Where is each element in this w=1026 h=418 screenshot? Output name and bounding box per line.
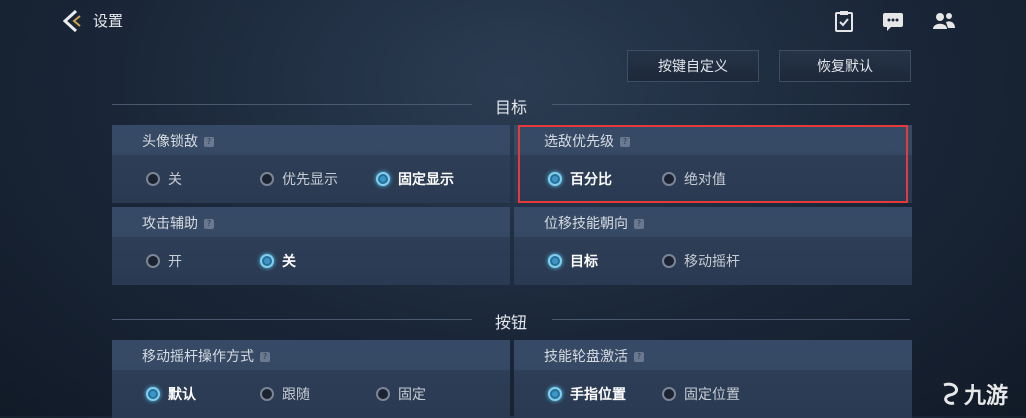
radio-label: 固定位置 (684, 387, 740, 403)
panel-title: 移动摇杆操作方式 (142, 349, 254, 365)
radio-indicator (662, 254, 676, 268)
radio-joystick-default[interactable]: 默认 (146, 384, 196, 404)
back-arrow-icon[interactable] (60, 8, 86, 34)
panel-skill-wheel: 技能轮盘激活? 手指位置 固定位置 (514, 340, 912, 418)
help-icon[interactable]: ? (634, 352, 644, 362)
panel-title: 选敌优先级 (544, 134, 614, 150)
radio-indicator-selected (376, 172, 390, 186)
radio-joystick-fixed[interactable]: 固定 (376, 384, 426, 404)
panel-title: 位移技能朝向 (544, 216, 628, 232)
panel-title: 攻击辅助 (142, 216, 198, 232)
radio-indicator-selected (548, 387, 562, 401)
radio-label: 关 (168, 172, 182, 188)
radio-indicator (260, 387, 274, 401)
section-title: 目标 (494, 98, 527, 117)
panel-title: 技能轮盘激活 (544, 349, 628, 365)
radio-avatar-fixed[interactable]: 固定显示 (376, 169, 454, 189)
radio-priority-percent[interactable]: 百分比 (548, 169, 612, 189)
radio-indicator-selected (260, 254, 274, 268)
help-icon[interactable]: ? (260, 352, 270, 362)
radio-priority-absolute[interactable]: 绝对值 (662, 169, 726, 189)
top-bar: 设置 (0, 0, 1026, 44)
radio-indicator-selected (146, 387, 160, 401)
panel-avatar-lock: 头像锁敌? 关 优先显示 固定显示 (112, 125, 510, 203)
watermark-text: 九游 (964, 384, 1009, 409)
radio-label: 目标 (570, 254, 598, 270)
radio-avatar-priority[interactable]: 优先显示 (260, 169, 338, 189)
section-buttons: 按钮 (112, 309, 910, 332)
radio-assist-on[interactable]: 开 (146, 251, 182, 271)
restore-default-button[interactable]: 恢复默认 (779, 50, 911, 82)
radio-wheel-finger[interactable]: 手指位置 (548, 384, 626, 404)
help-icon[interactable]: ? (620, 137, 630, 147)
radio-label: 开 (168, 254, 182, 270)
task-clipboard-icon[interactable] (832, 10, 856, 32)
chat-icon[interactable] (881, 10, 905, 32)
radio-indicator (662, 387, 676, 401)
radio-indicator (662, 172, 676, 186)
section-title: 按钮 (494, 313, 527, 332)
radio-indicator-selected (548, 254, 562, 268)
panel-attack-assist: 攻击辅助? 开 关 (112, 207, 510, 285)
panel-title: 头像锁敌 (142, 134, 198, 150)
help-icon[interactable]: ? (204, 137, 214, 147)
radio-label: 移动摇杆 (684, 254, 740, 270)
friends-icon[interactable] (932, 10, 956, 32)
panel-enemy-priority: 选敌优先级? 百分比 绝对值 (514, 125, 912, 203)
radio-wheel-fixed[interactable]: 固定位置 (662, 384, 740, 404)
radio-direction-target[interactable]: 目标 (548, 251, 598, 271)
panel-move-skill-direction: 位移技能朝向? 目标 移动摇杆 (514, 207, 912, 285)
radio-direction-joystick[interactable]: 移动摇杆 (662, 251, 740, 271)
radio-label: 固定 (398, 387, 426, 403)
page-title: 设置 (93, 12, 124, 30)
radio-label: 固定显示 (398, 172, 454, 188)
radio-label: 关 (282, 254, 296, 270)
radio-label: 手指位置 (570, 387, 626, 403)
radio-indicator (146, 172, 160, 186)
radio-label: 优先显示 (282, 172, 338, 188)
radio-label: 绝对值 (684, 172, 726, 188)
radio-avatar-off[interactable]: 关 (146, 169, 182, 189)
radio-indicator (146, 254, 160, 268)
help-icon[interactable]: ? (634, 219, 644, 229)
jiuyou-logo-icon (943, 382, 958, 405)
custom-keys-button[interactable]: 按键自定义 (627, 50, 759, 82)
radio-label: 默认 (168, 387, 196, 403)
radio-label: 百分比 (570, 172, 612, 188)
radio-label: 跟随 (282, 387, 310, 403)
radio-joystick-follow[interactable]: 跟随 (260, 384, 310, 404)
radio-indicator (260, 172, 274, 186)
radio-indicator (376, 387, 390, 401)
section-target: 目标 (112, 94, 910, 117)
watermark: 九游 (938, 378, 1008, 410)
radio-assist-off[interactable]: 关 (260, 251, 296, 271)
radio-indicator-selected (548, 172, 562, 186)
panel-joystick-mode: 移动摇杆操作方式? 默认 跟随 固定 (112, 340, 510, 418)
help-icon[interactable]: ? (204, 219, 214, 229)
